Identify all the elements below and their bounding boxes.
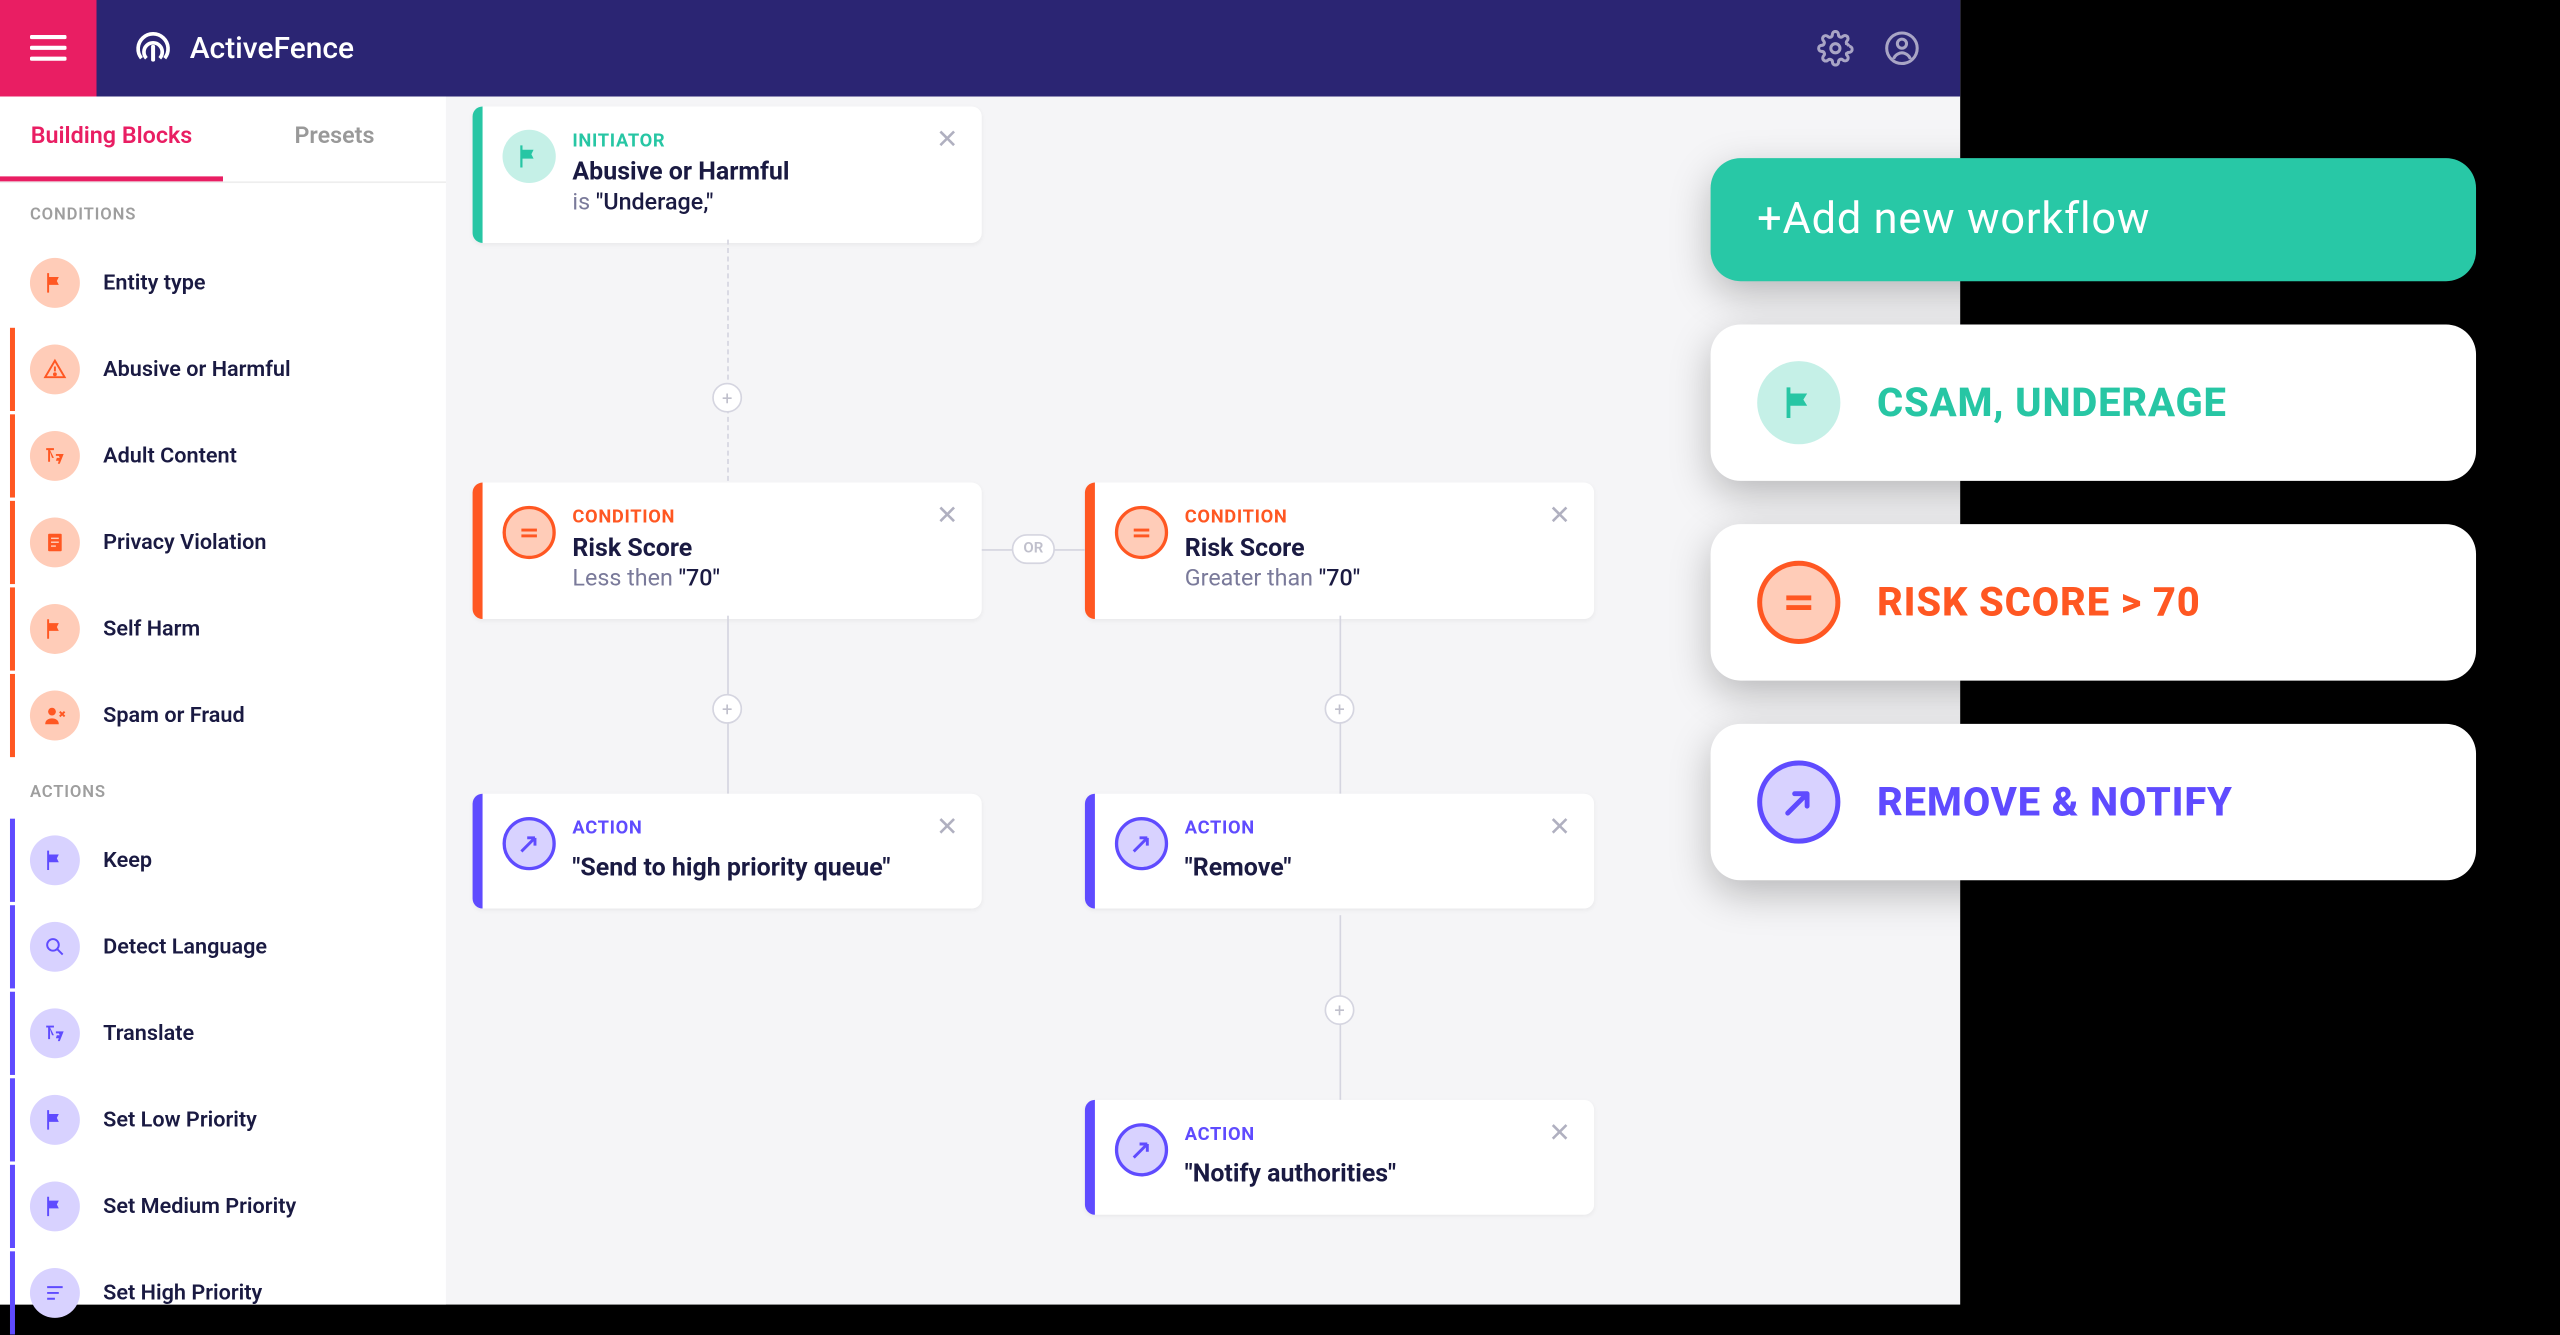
card-subtitle: is "Underage," — [572, 190, 955, 217]
card-title: Risk Score — [1185, 532, 1568, 562]
document-icon — [30, 518, 80, 568]
actions-section-label: ACTIONS — [0, 760, 446, 815]
card-action-left[interactable]: ACTION "Send to high priority queue" ✕ — [473, 794, 982, 909]
sidebar-item-selfharm[interactable]: Self Harm — [10, 587, 436, 670]
translate-icon — [30, 431, 80, 481]
user-x-icon — [30, 691, 80, 741]
card-kicker: CONDITION — [1185, 506, 1568, 528]
tab-building-blocks[interactable]: Building Blocks — [0, 97, 223, 182]
conditions-section-label: CONDITIONS — [0, 183, 446, 238]
or-connector: OR — [1012, 534, 1055, 564]
user-icon[interactable] — [1884, 30, 1921, 67]
card-value: "Notify authorities" — [1185, 1158, 1568, 1188]
equals-icon — [1757, 561, 1840, 644]
sidebar-item-spam[interactable]: Spam or Fraud — [10, 674, 436, 757]
badge-csam[interactable]: CSAM, UNDERAGE — [1711, 324, 2476, 480]
brand-logo: ActiveFence — [130, 25, 354, 72]
card-kicker: INITIATOR — [572, 130, 955, 152]
sidebar-item-privacy[interactable]: Privacy Violation — [10, 501, 436, 584]
add-node-button[interactable]: + — [712, 694, 742, 724]
badge-label: CSAM, UNDERAGE — [1877, 379, 2227, 426]
sidebar-item-label: Translate — [103, 1021, 194, 1046]
card-kicker: CONDITION — [572, 506, 955, 528]
add-node-button[interactable]: + — [712, 383, 742, 413]
sidebar-item-translate[interactable]: Translate — [10, 992, 436, 1075]
card-condition-right[interactable]: CONDITION Risk Score Greater than "70" ✕ — [1085, 483, 1594, 619]
sidebar-item-keep[interactable]: Keep — [10, 819, 436, 902]
close-icon[interactable]: ✕ — [1549, 1120, 1571, 1147]
card-action-right[interactable]: ACTION "Remove" ✕ — [1085, 794, 1594, 909]
sidebar-item-medium[interactable]: Set Medium Priority — [10, 1165, 436, 1248]
flag-icon — [1757, 361, 1840, 444]
card-action-notify[interactable]: ACTION "Notify authorities" ✕ — [1085, 1100, 1594, 1215]
flag-icon — [30, 258, 80, 308]
arrow-icon — [1757, 760, 1840, 843]
close-icon[interactable]: ✕ — [936, 814, 958, 841]
sidebar-item-detect[interactable]: Detect Language — [10, 905, 436, 988]
card-kicker: ACTION — [1185, 817, 1568, 839]
menu-icon — [30, 35, 67, 62]
card-subtitle: Greater than "70" — [1185, 566, 1568, 593]
brand-name: ActiveFence — [190, 31, 354, 66]
badge-remove[interactable]: REMOVE & NOTIFY — [1711, 724, 2476, 880]
add-workflow-label: +Add new workflow — [1757, 195, 2150, 245]
card-initiator[interactable]: INITIATOR Abusive or Harmful is "Underag… — [473, 106, 982, 242]
flag-icon — [30, 1095, 80, 1145]
menu-button[interactable] — [0, 0, 97, 97]
sidebar-item-low[interactable]: Set Low Priority — [10, 1078, 436, 1161]
card-value: "Send to high priority queue" — [572, 852, 955, 882]
logo-icon — [130, 25, 177, 72]
add-workflow-button[interactable]: +Add new workflow — [1711, 158, 2476, 281]
close-icon[interactable]: ✕ — [936, 503, 958, 530]
card-title: Abusive or Harmful — [572, 156, 955, 186]
sidebar-item-adult[interactable]: Adult Content — [10, 414, 436, 497]
close-icon[interactable]: ✕ — [1549, 814, 1571, 841]
add-node-button[interactable]: + — [1325, 694, 1355, 724]
priority-icon — [30, 1268, 80, 1318]
card-subtitle: Less then "70" — [572, 566, 955, 593]
card-value: "Remove" — [1185, 852, 1568, 882]
close-icon[interactable]: ✕ — [936, 126, 958, 153]
sidebar-item-label: Set Medium Priority — [103, 1194, 296, 1219]
sidebar-item-label: Set Low Priority — [103, 1107, 257, 1132]
sidebar-item-label: Privacy Violation — [103, 530, 266, 555]
sidebar-item-label: Keep — [103, 848, 152, 873]
sidebar-item-abusive[interactable]: Abusive or Harmful — [10, 328, 436, 411]
card-condition-left[interactable]: CONDITION Risk Score Less then "70" ✕ — [473, 483, 982, 619]
search-icon — [30, 922, 80, 972]
sidebar-item-label: Self Harm — [103, 617, 200, 642]
sidebar-item-entity-type[interactable]: Entity type — [10, 241, 436, 324]
sidebar-item-label: Abusive or Harmful — [103, 357, 290, 382]
card-kicker: ACTION — [572, 817, 955, 839]
flag-icon — [30, 1181, 80, 1231]
close-icon[interactable]: ✕ — [1549, 503, 1571, 530]
sidebar-item-label: Spam or Fraud — [103, 703, 244, 728]
badge-label: REMOVE & NOTIFY — [1877, 779, 2233, 826]
sidebar-item-label: Detect Language — [103, 934, 267, 959]
badge-risk[interactable]: RISK SCORE > 70 — [1711, 524, 2476, 680]
flag-icon — [503, 130, 556, 183]
arrow-icon — [503, 817, 556, 870]
warning-icon — [30, 344, 80, 394]
equals-icon — [503, 506, 556, 559]
sidebar-item-label: Entity type — [103, 270, 205, 295]
sidebar-item-high[interactable]: Set High Priority — [10, 1251, 436, 1334]
gear-icon[interactable] — [1817, 30, 1854, 67]
card-kicker: ACTION — [1185, 1123, 1568, 1145]
equals-icon — [1115, 506, 1168, 559]
sidebar-item-label: Set High Priority — [103, 1280, 262, 1305]
card-title: Risk Score — [572, 532, 955, 562]
flag-icon — [30, 835, 80, 885]
translate-icon — [30, 1008, 80, 1058]
sidebar-item-label: Adult Content — [103, 443, 237, 468]
connector-line — [727, 240, 729, 481]
add-node-button[interactable]: + — [1325, 995, 1355, 1025]
badge-label: RISK SCORE > 70 — [1877, 579, 2201, 626]
arrow-icon — [1115, 1123, 1168, 1176]
flag-icon — [30, 604, 80, 654]
arrow-icon — [1115, 817, 1168, 870]
tab-presets[interactable]: Presets — [223, 97, 446, 182]
